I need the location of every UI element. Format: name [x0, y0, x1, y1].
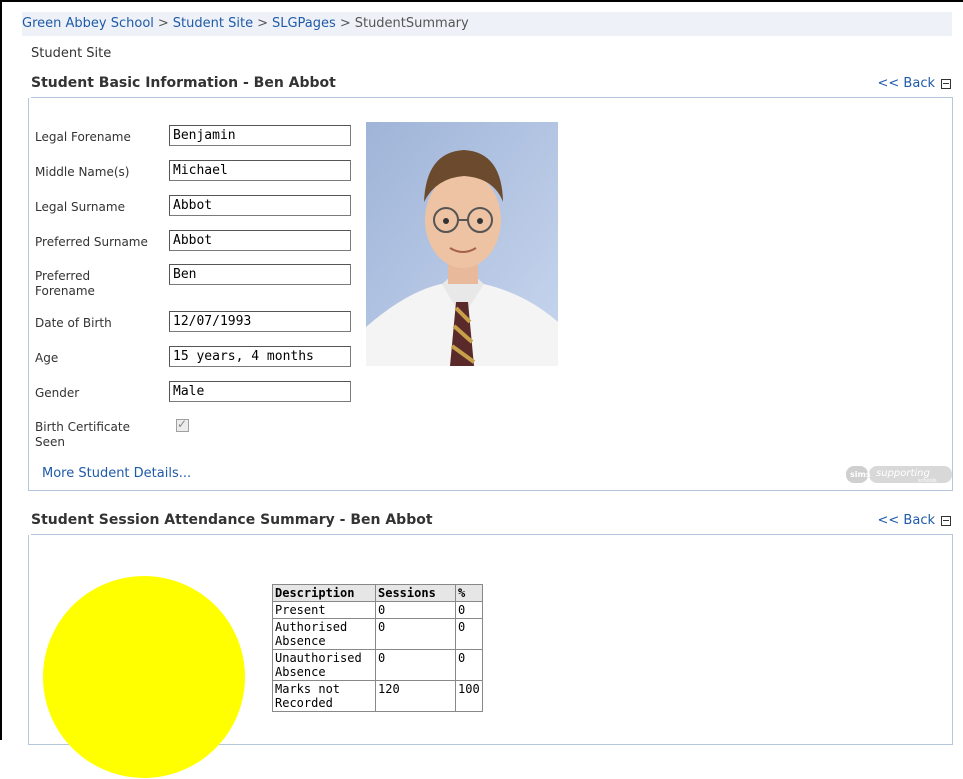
preferred-surname-label: Preferred Surname: [35, 235, 148, 249]
more-student-details-link[interactable]: More Student Details...: [42, 466, 191, 481]
basic-info-header: Student Basic Information - Ben Abbot <<…: [31, 73, 953, 98]
column-header-percent: %: [455, 584, 483, 602]
breadcrumb-separator: >: [339, 16, 351, 31]
attendance-pie-chart: [43, 576, 245, 778]
attendance-back-link[interactable]: << Back: [878, 513, 935, 528]
middle-names-field[interactable]: Michael: [169, 160, 351, 181]
birth-certificate-checkbox[interactable]: [176, 417, 189, 432]
row-percent: 0: [455, 649, 483, 681]
gender-field[interactable]: Male: [169, 381, 351, 402]
row-percent: 0: [455, 601, 483, 619]
legal-forename-field[interactable]: Benjamin: [169, 125, 351, 146]
attendance-table: Description Sessions % Present 0 0 Autho…: [272, 584, 483, 712]
basic-info-title: Student Basic Information - Ben Abbot: [31, 75, 336, 91]
row-sessions: 0: [375, 649, 456, 681]
breadcrumb-separator: >: [157, 16, 169, 31]
breadcrumb-link-student-site[interactable]: Student Site: [173, 16, 253, 31]
column-header-description: Description: [272, 584, 376, 602]
age-field[interactable]: 15 years, 4 months: [169, 346, 351, 367]
gender-label: Gender: [35, 386, 80, 400]
attendance-title: Student Session Attendance Summary - Ben…: [31, 512, 433, 528]
date-of-birth-label: Date of Birth: [35, 316, 112, 330]
breadcrumb-link-school[interactable]: Green Abbey School: [22, 16, 154, 31]
logo-schools-text: schools: [918, 478, 937, 483]
table-row: Authorised Absence 0 0: [272, 618, 483, 650]
table-row: Marks not Recorded 120 100: [272, 680, 483, 712]
table-row: Unauthorised Absence 0 0: [272, 649, 483, 681]
attendance-header: Student Session Attendance Summary - Ben…: [31, 510, 953, 535]
breadcrumb-current: StudentSummary: [354, 16, 469, 31]
legal-surname-field[interactable]: Abbot: [169, 195, 351, 216]
preferred-surname-field[interactable]: Abbot: [169, 230, 351, 251]
row-description: Authorised Absence: [272, 618, 376, 650]
legal-forename-label: Legal Forename: [35, 130, 131, 144]
row-percent: 0: [455, 618, 483, 650]
breadcrumb-separator: >: [257, 16, 268, 31]
legal-surname-label: Legal Surname: [35, 200, 125, 214]
row-sessions: 0: [375, 618, 456, 650]
row-sessions: 120: [375, 680, 456, 712]
column-header-sessions: Sessions: [375, 584, 456, 602]
logo-sims-text: sims: [850, 470, 871, 479]
row-percent: 100: [455, 680, 483, 712]
row-description: Marks not Recorded: [272, 680, 376, 712]
preferred-forename-label: Preferred Forename: [35, 269, 95, 298]
breadcrumb: Green Abbey School > Student Site > SLGPages…: [22, 12, 952, 36]
student-photo: [366, 122, 558, 366]
breadcrumb-link-slgpages[interactable]: SLGPages: [272, 16, 336, 31]
collapse-icon[interactable]: [941, 516, 951, 526]
date-of-birth-field[interactable]: 12/07/1993: [169, 311, 351, 332]
row-description: Unauthorised Absence: [272, 649, 376, 681]
row-sessions: 0: [375, 601, 456, 619]
table-row: Present 0 0: [272, 601, 483, 619]
attendance-table-header-row: Description Sessions %: [272, 584, 483, 602]
collapse-icon[interactable]: [941, 79, 951, 89]
age-label: Age: [35, 351, 59, 365]
birth-certificate-label: Birth Certificate Seen: [35, 420, 130, 449]
middle-names-label: Middle Name(s): [35, 165, 130, 179]
site-title: Student Site: [31, 46, 112, 61]
sims-supporting-schools-logo: sims supporting schools: [846, 466, 952, 483]
preferred-forename-field[interactable]: Ben: [169, 264, 351, 285]
basic-info-back-link[interactable]: << Back: [878, 76, 935, 91]
pie-slice-marks-not-recorded: [43, 576, 245, 778]
row-description: Present: [272, 601, 376, 619]
